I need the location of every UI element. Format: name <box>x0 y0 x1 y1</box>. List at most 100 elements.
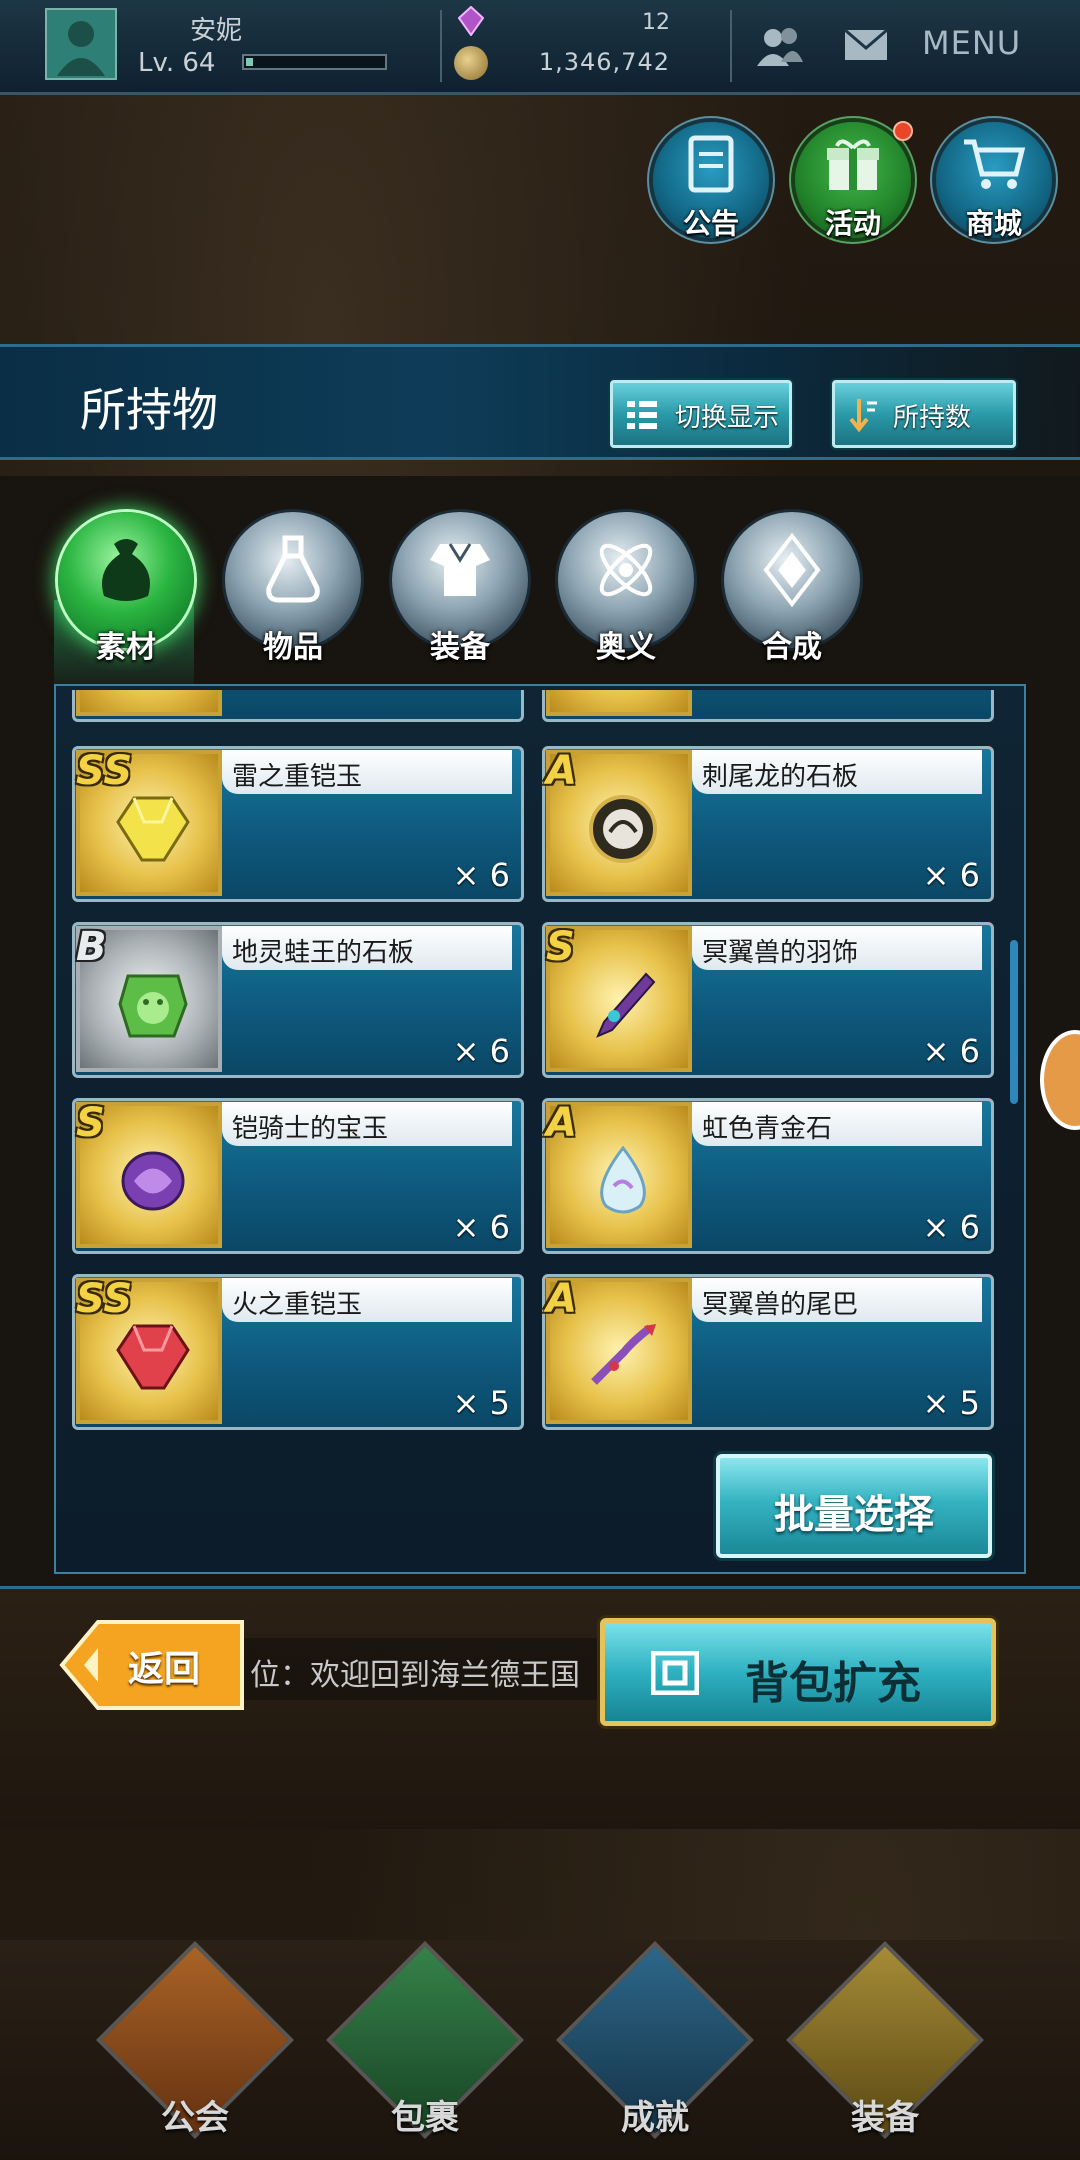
frog-tablet-icon <box>118 974 188 1038</box>
switch-view-button[interactable]: 切换显示 <box>610 380 792 448</box>
tab-secret-skills[interactable]: 奥义 <box>558 512 694 665</box>
gem-count: 12 <box>642 10 670 35</box>
item-name: 雷之重铠玉 <box>232 762 363 792</box>
menu-button[interactable]: MENU <box>922 24 1021 62</box>
gift-icon <box>827 139 879 190</box>
expand-bag-label: 背包扩充 <box>745 1658 921 1709</box>
rank-badge: A <box>546 748 577 794</box>
rank-badge: SS <box>76 1276 133 1322</box>
armor-icon <box>430 543 490 596</box>
rank-badge: S <box>76 1100 105 1146</box>
coin-icon <box>454 46 488 80</box>
player-level: Lv. 64 <box>138 48 216 78</box>
item-name: 冥翼兽的羽饰 <box>702 938 859 968</box>
item-quantity: × 5 <box>922 1384 980 1422</box>
event-alert-badge <box>893 121 913 141</box>
rank-badge: B <box>76 924 107 970</box>
sort-by-count-button[interactable]: 所持数 <box>832 380 1016 448</box>
item-name: 冥翼兽的尾巴 <box>702 1290 859 1320</box>
notice-icon <box>688 135 734 193</box>
mail-icon[interactable] <box>843 26 889 64</box>
cart-icon <box>964 139 1026 189</box>
yellow-gem-icon <box>116 796 190 862</box>
list-item[interactable]: SS 雷之重铠玉 × 6 <box>72 746 524 902</box>
shop-button[interactable]: 商城 <box>936 122 1052 240</box>
tab-equipment-label: 装备 <box>430 630 490 665</box>
item-name: 地灵蛙王的石板 <box>232 938 415 968</box>
avatar[interactable] <box>45 8 117 80</box>
item-quantity: × 6 <box>452 1032 510 1070</box>
list-scrollbar[interactable] <box>1010 940 1018 1104</box>
exp-bar <box>242 54 387 70</box>
purple-jewel-icon <box>121 1151 185 1211</box>
nav-bag-label: 包裹 <box>391 2098 459 2138</box>
list-item[interactable]: S 冥翼兽的羽饰 × 6 <box>542 922 994 1078</box>
item-name: 铠骑士的宝玉 <box>232 1114 389 1144</box>
switch-view-label: 切换显示 <box>675 403 780 433</box>
potion-icon <box>266 535 320 603</box>
red-gem-icon <box>116 1324 190 1390</box>
divider <box>440 10 442 82</box>
coin-count: 1,346,742 <box>538 48 670 76</box>
list-view-icon <box>627 401 657 429</box>
list-item[interactable]: S 铠骑士的宝玉 × 6 <box>72 1098 524 1254</box>
tab-material[interactable]: 素材 <box>58 512 194 665</box>
card-frame <box>76 690 222 716</box>
tab-synthesis-label: 合成 <box>762 630 822 665</box>
bag-icon <box>102 539 150 601</box>
notice-button[interactable]: 公告 <box>653 122 769 240</box>
card-frame <box>546 690 692 716</box>
item-name: 刺尾龙的石板 <box>702 762 859 792</box>
expand-bag-icon <box>651 1651 699 1695</box>
beast-tail-icon <box>591 1324 656 1385</box>
list-item-partial <box>542 690 994 722</box>
rank-badge: SS <box>76 748 133 794</box>
nav-equipment-label: 装备 <box>851 2098 919 2138</box>
list-item[interactable]: A 冥翼兽的尾巴 × 5 <box>542 1274 994 1430</box>
item-name: 虹色青金石 <box>702 1114 833 1144</box>
sort-label: 所持数 <box>893 403 972 433</box>
rank-badge: A <box>546 1100 577 1146</box>
skill-icon <box>599 543 653 597</box>
tab-material-label: 素材 <box>96 630 156 665</box>
tab-secret-skills-label: 奥义 <box>596 630 656 665</box>
nav-guild-label: 公会 <box>161 2098 229 2138</box>
list-item[interactable]: SS 火之重铠玉 × 5 <box>72 1274 524 1430</box>
list-item[interactable]: A 虹色青金石 × 6 <box>542 1098 994 1254</box>
tab-items[interactable]: 物品 <box>225 512 361 665</box>
tab-equipment[interactable]: 装备 <box>392 512 528 665</box>
list-item-partial <box>72 690 524 722</box>
expand-bag-button[interactable]: 背包扩充 <box>600 1618 996 1726</box>
item-quantity: × 6 <box>452 1208 510 1246</box>
exp-bar-fill <box>246 58 253 66</box>
player-name: 安妮 <box>190 16 243 46</box>
back-label: 返回 <box>128 1649 201 1690</box>
list-item[interactable]: B 地灵蛙王的石板 × 6 <box>72 922 524 1078</box>
page-title: 所持物 <box>80 383 218 437</box>
gem-icon <box>458 6 484 36</box>
item-name: 火之重铠玉 <box>232 1290 363 1320</box>
synth-icon <box>763 532 821 608</box>
back-button[interactable]: 返回 <box>58 1618 246 1712</box>
rank-badge: S <box>546 924 575 970</box>
item-quantity: × 6 <box>922 1032 980 1070</box>
notice-label: 公告 <box>682 207 739 240</box>
news-ticker: 位：欢迎回到海兰德王国 <box>240 1638 600 1700</box>
event-button[interactable]: 活动 <box>795 122 911 240</box>
item-quantity: × 6 <box>922 856 980 894</box>
friends-icon[interactable] <box>755 24 805 68</box>
item-quantity: × 6 <box>452 856 510 894</box>
batch-select-label: 批量选择 <box>774 1492 934 1538</box>
item-quantity: × 6 <box>922 1208 980 1246</box>
event-label: 活动 <box>824 207 881 240</box>
list-item[interactable]: A 刺尾龙的石板 × 6 <box>542 746 994 902</box>
ticker-text: 位：欢迎回到海兰德王国 <box>250 1658 580 1693</box>
shop-label: 商城 <box>965 207 1022 240</box>
sort-icon <box>849 399 877 433</box>
item-quantity: × 5 <box>452 1384 510 1422</box>
tab-items-label: 物品 <box>263 630 323 665</box>
rank-badge: A <box>546 1276 577 1322</box>
tab-synthesis[interactable]: 合成 <box>724 512 860 665</box>
divider <box>730 10 732 82</box>
batch-select-button[interactable]: 批量选择 <box>716 1454 992 1558</box>
